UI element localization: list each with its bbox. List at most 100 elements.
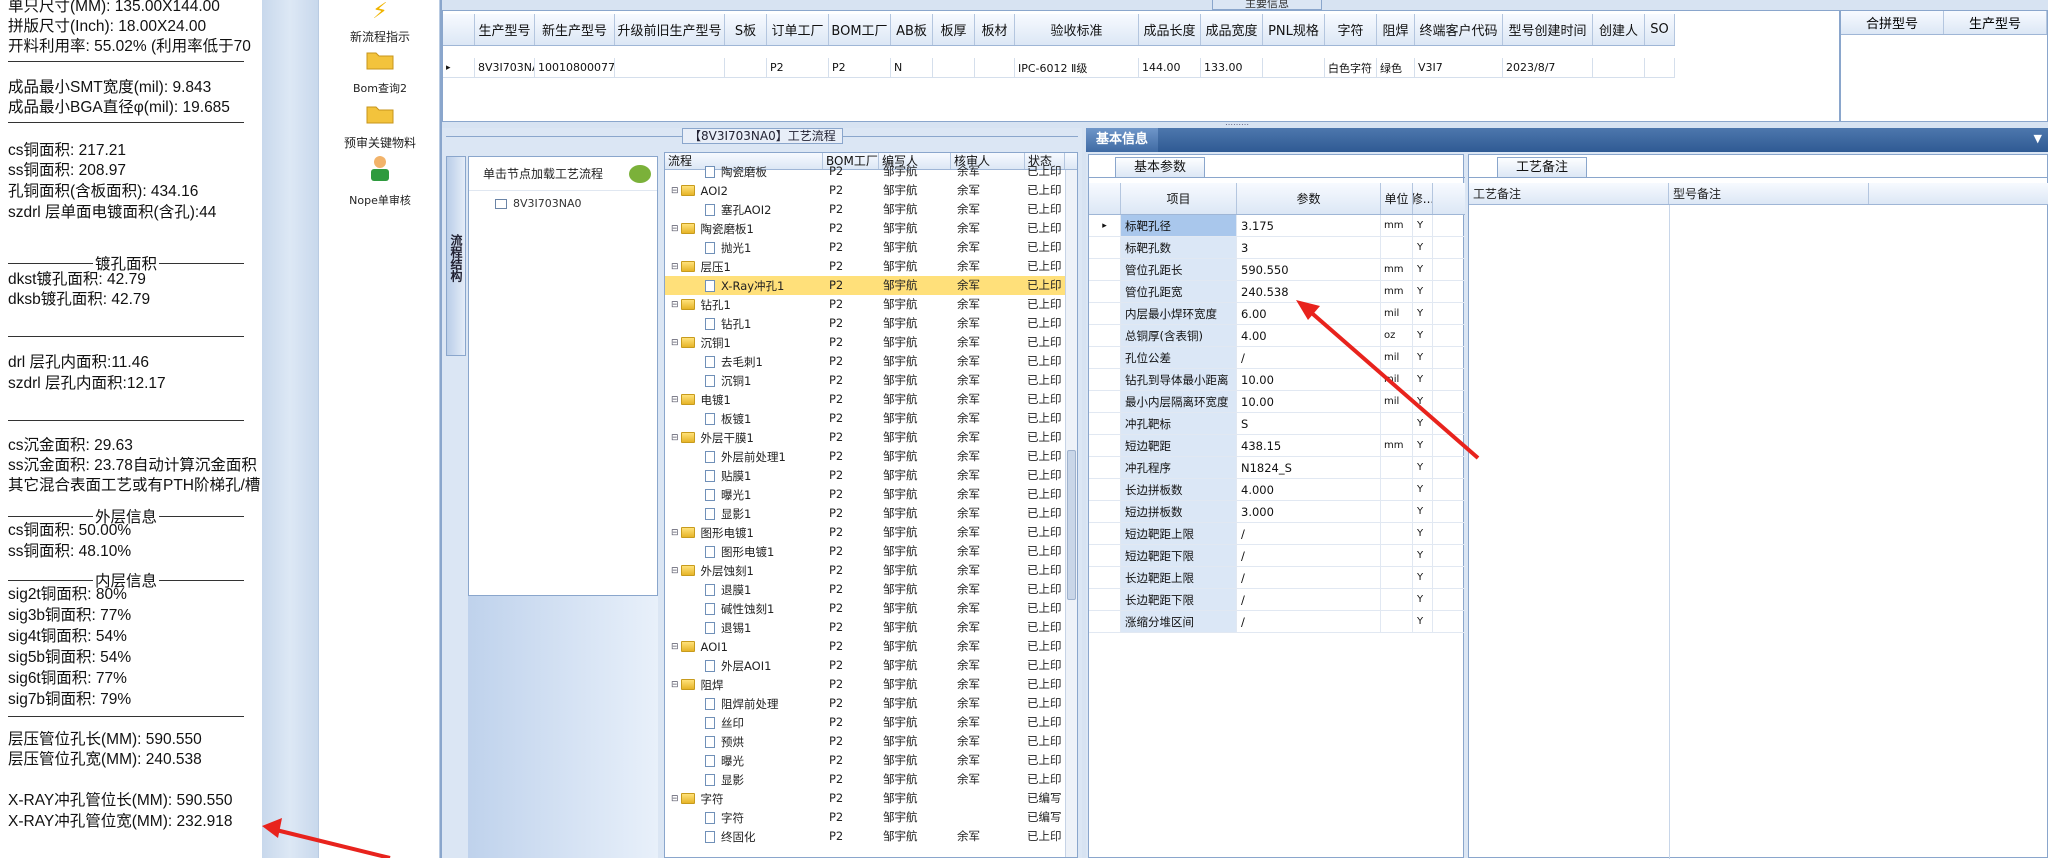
- param-value[interactable]: /: [1237, 545, 1381, 566]
- param-value[interactable]: 590.550: [1237, 259, 1381, 280]
- collapse-toggle-icon[interactable]: ⊟: [671, 300, 679, 310]
- tree-row[interactable]: 阻焊前处理 P2 邹宇航 余军 已上印: [665, 694, 1065, 713]
- collapse-toggle-icon[interactable]: ⊟: [671, 224, 679, 234]
- param-value[interactable]: /: [1237, 347, 1381, 368]
- column-header[interactable]: 生产型号: [475, 14, 535, 45]
- bom-query-button[interactable]: Bom查询2: [319, 48, 441, 96]
- tree-row[interactable]: ⊟ 图形电镀1 P2 邹宇航 余军 已上印: [665, 523, 1065, 542]
- collapse-toggle-icon[interactable]: ⊟: [671, 262, 679, 272]
- param-value[interactable]: 4.00: [1237, 325, 1381, 346]
- param-row[interactable]: 涨缩分堆区间 / Y: [1089, 611, 1465, 633]
- column-header[interactable]: 阻焊: [1377, 14, 1415, 45]
- tree-node[interactable]: 8V3I703NA0: [469, 197, 657, 210]
- column-header[interactable]: 验收标准: [1015, 14, 1139, 45]
- param-row[interactable]: 短边拼板数 3.000 Y: [1089, 501, 1465, 523]
- column-header[interactable]: S板: [725, 14, 767, 45]
- param-value[interactable]: 6.00: [1237, 303, 1381, 324]
- table-cell[interactable]: V3I7: [1415, 58, 1503, 77]
- table-cell[interactable]: P2: [829, 58, 891, 77]
- tree-row[interactable]: 曝光 P2 邹宇航 余军 已上印: [665, 751, 1065, 770]
- column-header[interactable]: 升级前旧生产型号: [615, 14, 725, 45]
- tree-row[interactable]: ⊟ 字符 P2 邹宇航 已编写: [665, 789, 1065, 808]
- tree-row[interactable]: 终固化 P2 邹宇航 余军 已上印: [665, 827, 1065, 846]
- table-cell[interactable]: N: [891, 58, 933, 77]
- param-row[interactable]: 内层最小焊环宽度 6.00 mil Y: [1089, 303, 1465, 325]
- tree-row[interactable]: 塞孔AOI2 P2 邹宇航 余军 已上印: [665, 200, 1065, 219]
- param-row[interactable]: 标靶孔数 3 Y: [1089, 237, 1465, 259]
- param-row[interactable]: 短边靶距 438.15 mm Y: [1089, 435, 1465, 457]
- column-header[interactable]: 型号备注: [1669, 183, 1869, 204]
- nope-review-button[interactable]: Nope单审核: [319, 154, 441, 208]
- column-header[interactable]: 单位: [1381, 183, 1413, 214]
- table-cell[interactable]: 2023/8/7: [1503, 58, 1593, 77]
- tree-row[interactable]: 去毛刺1 P2 邹宇航 余军 已上印: [665, 352, 1065, 371]
- column-header[interactable]: 板材: [975, 14, 1015, 45]
- collapse-toggle-icon[interactable]: ⊟: [671, 794, 679, 804]
- tree-row[interactable]: 板镀1 P2 邹宇航 余军 已上印: [665, 409, 1065, 428]
- column-header[interactable]: 合拼型号: [1841, 11, 1944, 34]
- collapse-toggle-icon[interactable]: ⊟: [671, 395, 679, 405]
- table-cell[interactable]: [975, 58, 1015, 77]
- param-row[interactable]: 长边靶距上限 / Y: [1089, 567, 1465, 589]
- tab-basic-info[interactable]: 基本信息: [1086, 128, 1159, 152]
- tree-row[interactable]: 贴膜1 P2 邹宇航 余军 已上印: [665, 466, 1065, 485]
- param-row[interactable]: 孔位公差 / mil Y: [1089, 347, 1465, 369]
- param-value[interactable]: 10.00: [1237, 369, 1381, 390]
- param-row[interactable]: 冲孔程序 N1824_S Y: [1089, 457, 1465, 479]
- table-cell[interactable]: [1645, 58, 1675, 77]
- param-value[interactable]: /: [1237, 611, 1381, 632]
- tree-row[interactable]: 图形电镀1 P2 邹宇航 余军 已上印: [665, 542, 1065, 561]
- table-cell[interactable]: 133.00: [1201, 58, 1263, 77]
- prereview-materials-button[interactable]: 预审关键物料: [319, 102, 441, 151]
- param-value[interactable]: /: [1237, 589, 1381, 610]
- tree-row[interactable]: 陶瓷磨板 P2 邹宇航 余军 已上印: [665, 162, 1065, 181]
- collapse-toggle-icon[interactable]: ⊟: [671, 680, 679, 690]
- tree-row[interactable]: ⊟ 沉铜1 P2 邹宇航 余军 已上印: [665, 333, 1065, 352]
- column-header[interactable]: 订单工厂: [767, 14, 829, 45]
- column-header[interactable]: 工艺备注: [1469, 183, 1669, 204]
- column-header[interactable]: 生产型号: [1944, 11, 2047, 34]
- tree-row[interactable]: 钻孔1 P2 邹宇航 余军 已上印: [665, 314, 1065, 333]
- param-row[interactable]: 管位孔距长 590.550 mm Y: [1089, 259, 1465, 281]
- param-row[interactable]: 总铜厚(含表铜) 4.00 oz Y: [1089, 325, 1465, 347]
- table-cell[interactable]: 10010800077134: [535, 58, 615, 77]
- param-value[interactable]: S: [1237, 413, 1381, 434]
- table-cell[interactable]: 白色字符: [1325, 58, 1377, 77]
- tree-row[interactable]: X-Ray冲孔1 P2 邹宇航 余军 已上印: [665, 276, 1065, 295]
- column-header[interactable]: 板厚: [933, 14, 975, 45]
- param-value[interactable]: 240.538: [1237, 281, 1381, 302]
- param-value[interactable]: 10.00: [1237, 391, 1381, 412]
- tab-flow-structure[interactable]: 流程结构: [446, 156, 466, 356]
- tree-row[interactable]: 丝印 P2 邹宇航 余军 已上印: [665, 713, 1065, 732]
- param-row[interactable]: 长边靶距下限 / Y: [1089, 589, 1465, 611]
- tree-row[interactable]: ⊟ AOI1 P2 邹宇航 余军 已上印: [665, 637, 1065, 656]
- tree-row[interactable]: ⊟ 层压1 P2 邹宇航 余军 已上印: [665, 257, 1065, 276]
- param-value[interactable]: N1824_S: [1237, 457, 1381, 478]
- collapse-toggle-icon[interactable]: ⊟: [671, 433, 679, 443]
- column-header[interactable]: BOM工厂: [829, 14, 891, 45]
- table-cell[interactable]: IPC-6012 Ⅱ级: [1015, 58, 1139, 77]
- collapse-toggle-icon[interactable]: ⊟: [671, 566, 679, 576]
- param-value[interactable]: 438.15: [1237, 435, 1381, 456]
- param-row[interactable]: 短边靶距下限 / Y: [1089, 545, 1465, 567]
- tree-row[interactable]: 预烘 P2 邹宇航 余军 已上印: [665, 732, 1065, 751]
- scroll-thumb[interactable]: [1067, 450, 1076, 600]
- tree-row[interactable]: 碱性蚀刻1 P2 邹宇航 余军 已上印: [665, 599, 1065, 618]
- table-row[interactable]: ▸8V3I703NA010010800077134P2P2NIPC-6012 Ⅱ…: [443, 58, 1675, 78]
- param-value[interactable]: 3: [1237, 237, 1381, 258]
- param-row[interactable]: 短边靶距上限 / Y: [1089, 523, 1465, 545]
- tree-row[interactable]: ⊟ 外层干膜1 P2 邹宇航 余军 已上印: [665, 428, 1065, 447]
- tree-scrollbar[interactable]: [1065, 170, 1077, 857]
- param-value[interactable]: 3.175: [1237, 215, 1381, 236]
- tree-row[interactable]: 显影 P2 邹宇航 余军 已上印: [665, 770, 1065, 789]
- table-cell[interactable]: 8V3I703NA0: [475, 58, 535, 77]
- collapse-toggle-icon[interactable]: ⊟: [671, 338, 679, 348]
- column-header[interactable]: 成品长度: [1139, 14, 1201, 45]
- tree-row[interactable]: 退膜1 P2 邹宇航 余军 已上印: [665, 580, 1065, 599]
- column-header[interactable]: 项目: [1121, 183, 1237, 214]
- param-row[interactable]: 最小内层隔离环宽度 10.00 mil Y: [1089, 391, 1465, 413]
- tree-row[interactable]: ⊟ 阻焊 P2 邹宇航 余军 已上印: [665, 675, 1065, 694]
- column-header[interactable]: 型号创建时间: [1503, 14, 1593, 45]
- tab-process-notes[interactable]: 工艺备注: [1497, 157, 1588, 177]
- column-header[interactable]: 新生产型号: [535, 14, 615, 45]
